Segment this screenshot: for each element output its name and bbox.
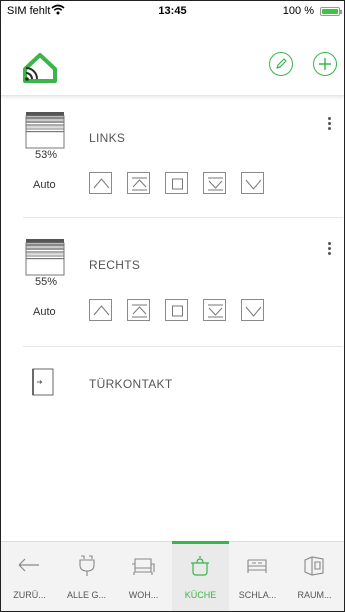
- more-options-button[interactable]: [325, 117, 333, 135]
- pot-icon: [186, 552, 214, 578]
- down-to-limit-icon: [208, 177, 223, 191]
- tab-all-devices[interactable]: ALLE G...: [58, 542, 115, 611]
- mode-label: Auto: [33, 179, 56, 191]
- shutter-position: 53%: [34, 149, 58, 161]
- up-to-limit-button[interactable]: [127, 172, 150, 194]
- stop-button[interactable]: [165, 172, 188, 194]
- device-card-rechts[interactable]: 55% RECHTS Auto: [23, 226, 343, 347]
- roller-shutter-icon: [25, 111, 65, 149]
- edit-button[interactable]: [269, 52, 293, 76]
- up-to-limit-icon: [132, 177, 147, 191]
- down-to-limit-button[interactable]: [203, 299, 226, 321]
- tab-living-room[interactable]: WOH...: [115, 542, 172, 611]
- app-header: [1, 23, 344, 96]
- room-icon: [300, 552, 328, 578]
- up-to-limit-button[interactable]: [127, 299, 150, 321]
- down-button[interactable]: [241, 299, 264, 321]
- bed-icon: [243, 552, 271, 578]
- down-to-limit-button[interactable]: [203, 172, 226, 194]
- down-icon: [245, 179, 262, 190]
- roller-shutter-icon: [25, 238, 65, 276]
- tab-label: ALLE G...: [66, 590, 107, 600]
- stop-button[interactable]: [165, 299, 188, 321]
- door-icon: [27, 367, 57, 402]
- room-tab-bar: ZURÜ... ALLE G... WOH... KÜCHE SCHLA...: [1, 541, 344, 611]
- up-button[interactable]: [89, 172, 112, 194]
- device-name: LINKS: [89, 131, 126, 145]
- tab-label: ZURÜ...: [13, 590, 46, 600]
- tab-label: KÜCHE: [184, 590, 217, 600]
- app-screen: SIM fehlt 13:45 100 % 53% LINKS Auto 55%…: [0, 0, 345, 612]
- down-to-limit-icon: [208, 304, 223, 318]
- plus-icon: [319, 58, 331, 70]
- more-options-button[interactable]: [325, 242, 333, 260]
- device-name: RECHTS: [89, 258, 141, 272]
- tab-bedroom[interactable]: SCHLA...: [229, 542, 286, 611]
- tab-label: WOH...: [128, 590, 159, 600]
- up-button[interactable]: [89, 299, 112, 321]
- tab-label: SCHLA...: [238, 590, 277, 600]
- down-button[interactable]: [241, 172, 264, 194]
- tab-rooms[interactable]: RAUM...: [286, 542, 343, 611]
- up-to-limit-icon: [132, 304, 147, 318]
- back-arrow-icon: [15, 552, 43, 578]
- device-card-door-contact[interactable]: TÜRKONTAKT: [23, 351, 343, 411]
- device-name: TÜRKONTAKT: [89, 377, 173, 391]
- home-wifi-logo-icon: [23, 53, 57, 88]
- plug-icon: [72, 552, 100, 578]
- battery-icon: [320, 7, 342, 16]
- tab-kitchen[interactable]: KÜCHE: [172, 541, 229, 611]
- status-bar: SIM fehlt 13:45 100 %: [1, 1, 344, 23]
- mode-label: Auto: [33, 306, 56, 318]
- add-button[interactable]: [313, 52, 337, 76]
- tab-label: RAUM...: [297, 590, 332, 600]
- stop-icon: [172, 305, 183, 317]
- stop-icon: [172, 178, 183, 190]
- device-card-links[interactable]: 53% LINKS Auto: [23, 97, 343, 218]
- down-icon: [245, 306, 262, 317]
- sofa-icon: [129, 552, 157, 578]
- up-icon: [93, 178, 110, 189]
- tab-back[interactable]: ZURÜ...: [1, 542, 58, 611]
- up-icon: [93, 305, 110, 316]
- shutter-position: 55%: [34, 276, 58, 288]
- battery-percentage: 100 %: [282, 5, 314, 17]
- pencil-icon: [276, 58, 287, 69]
